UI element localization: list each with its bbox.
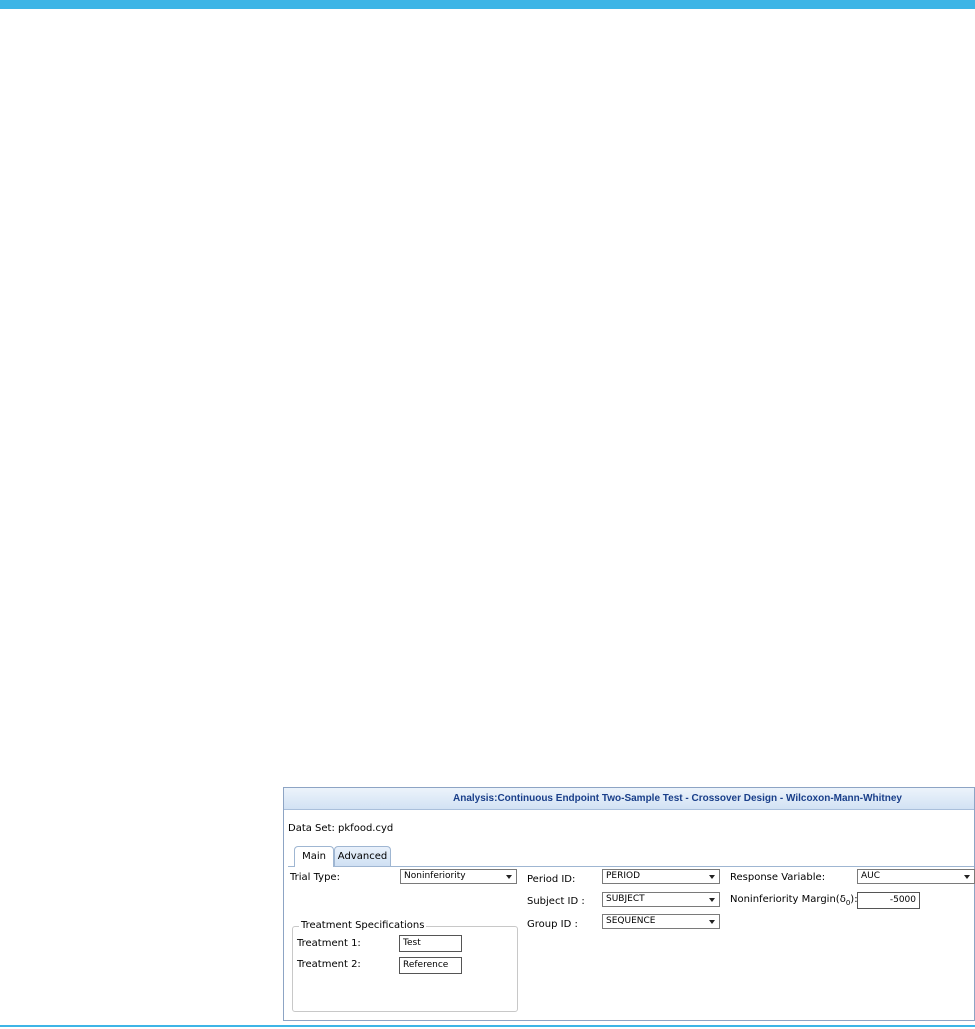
chevron-down-icon <box>709 875 715 879</box>
ni-margin-label-prefix: Noninferiority Margin(δ <box>730 894 846 905</box>
noninferiority-margin-input[interactable]: -5000 <box>857 892 920 909</box>
dataset-label: Data Set: <box>288 823 335 834</box>
treatment-specifications-legend: Treatment Specifications <box>299 920 427 931</box>
top-accent-bar <box>0 0 975 9</box>
dataset-info: Data Set: pkfood.cyd <box>288 823 393 834</box>
dataset-value: pkfood.cyd <box>338 823 394 834</box>
analysis-dialog: Analysis:Continuous Endpoint Two-Sample … <box>283 787 975 1021</box>
treatment1-input[interactable]: Test <box>399 935 462 952</box>
period-id-select[interactable]: PERIOD <box>602 869 720 884</box>
trial-type-label: Trial Type: <box>290 872 340 883</box>
group-id-value: SEQUENCE <box>606 916 656 926</box>
tab-advanced[interactable]: Advanced <box>334 846 391 866</box>
chevron-down-icon <box>709 898 715 902</box>
noninferiority-margin-label: Noninferiority Margin(δ0): <box>730 894 858 907</box>
group-id-select[interactable]: SEQUENCE <box>602 914 720 929</box>
response-variable-value: AUC <box>861 871 881 881</box>
chevron-down-icon <box>506 875 512 879</box>
period-id-value: PERIOD <box>606 871 641 881</box>
chevron-down-icon <box>709 920 715 924</box>
chevron-down-icon <box>964 875 970 879</box>
subject-id-select[interactable]: SUBJECT <box>602 892 720 907</box>
response-variable-select[interactable]: AUC <box>857 869 975 884</box>
treatment1-label: Treatment 1: <box>297 938 361 949</box>
subject-id-value: SUBJECT <box>606 894 645 904</box>
tab-divider <box>288 866 974 867</box>
subject-id-label: Subject ID : <box>527 896 585 907</box>
bottom-accent-rule <box>0 1025 975 1027</box>
treatment2-input[interactable]: Reference <box>399 957 462 974</box>
treatment2-label: Treatment 2: <box>297 959 361 970</box>
trial-type-select[interactable]: Noninferiority <box>400 869 517 884</box>
group-id-label: Group ID : <box>527 919 578 930</box>
tab-main[interactable]: Main <box>294 846 334 867</box>
response-variable-label: Response Variable: <box>730 872 826 883</box>
dialog-title: Analysis:Continuous Endpoint Two-Sample … <box>284 788 974 810</box>
period-id-label: Period ID: <box>527 874 576 885</box>
trial-type-value: Noninferiority <box>404 871 466 881</box>
